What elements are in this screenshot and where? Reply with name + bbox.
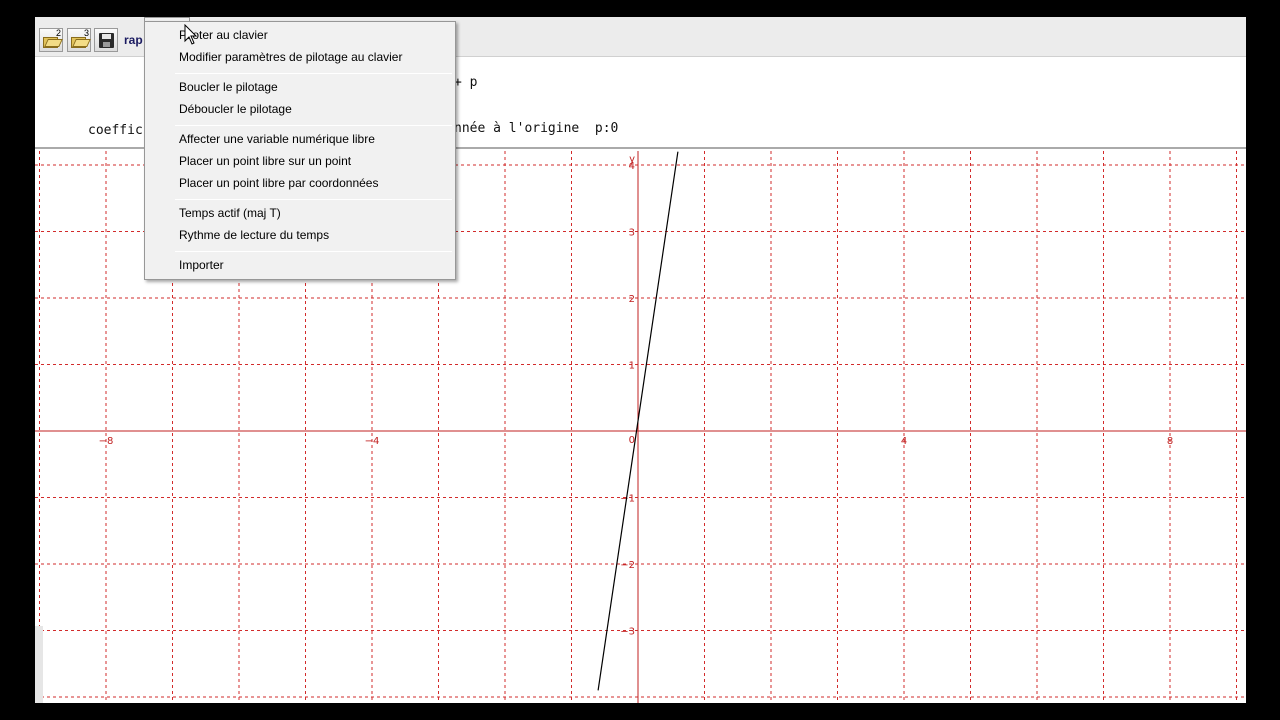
menu-separator (175, 199, 452, 200)
y-axis-label: y (629, 154, 635, 165)
menu-item-temps-actif[interactable]: Temps actif (maj T) (146, 202, 454, 224)
menu-item-boucler[interactable]: Boucler le pilotage (146, 76, 454, 98)
open2-badge: 2 (55, 28, 61, 38)
menu-item-placer-point-coordonnees[interactable]: Placer un point libre par coordonnées (146, 172, 454, 194)
x-tick-label: −4 (365, 436, 380, 447)
intercept-label: nnée à l'origine p:0 (454, 121, 619, 136)
menu-separator (175, 251, 452, 252)
x-tick-label: 8 (1167, 436, 1173, 447)
y-tick-label: 1 (629, 361, 635, 372)
open3-badge: 3 (83, 28, 89, 38)
menu-separator (175, 125, 452, 126)
menu-item-affecter-variable[interactable]: Affecter une variable numérique libre (146, 128, 454, 150)
floppy-disk-icon (99, 33, 114, 48)
y-tick-label: 3 (629, 228, 635, 239)
x-tick-label: 4 (901, 436, 907, 447)
y-tick-label: −2 (620, 560, 635, 571)
dropdown-menu: Piloter au clavier Modifier paramètres d… (144, 21, 456, 280)
x-tick-label: −8 (99, 436, 114, 447)
window-edge (35, 626, 43, 703)
menu-separator (175, 73, 452, 74)
menu-item-modifier-parametres[interactable]: Modifier paramètres de pilotage au clavi… (146, 46, 454, 68)
open-file-2-button[interactable]: 2 (39, 28, 63, 52)
menu-item-importer[interactable]: Importer (146, 254, 454, 276)
mouse-cursor-icon (184, 24, 198, 45)
menu-item-deboucler[interactable]: Déboucler le pilotage (146, 98, 454, 120)
coefficient-label: coeffic (88, 123, 143, 138)
equation-text: + p (454, 75, 478, 90)
menu-item-placer-point-sur-point[interactable]: Placer un point libre sur un point (146, 150, 454, 172)
y-tick-label: 2 (629, 294, 635, 305)
save-button[interactable] (94, 28, 118, 52)
rap-button[interactable]: rap (124, 28, 144, 52)
menu-item-rythme-lecture[interactable]: Rythme de lecture du temps (146, 224, 454, 246)
y-tick-label: −3 (620, 627, 635, 638)
open-file-3-button[interactable]: 3 (67, 28, 91, 52)
